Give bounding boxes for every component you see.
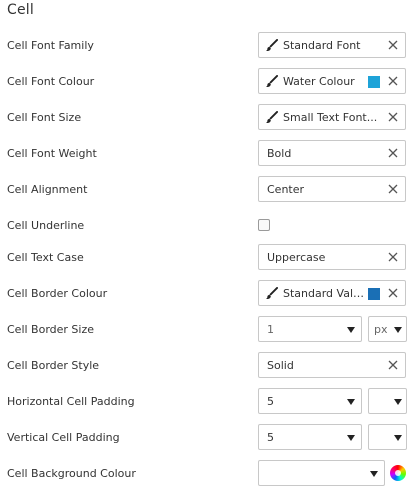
border-size-unit-select[interactable]: px — [368, 316, 407, 342]
row-alignment: Cell Alignment Center — [0, 176, 413, 204]
font-colour-value: Water Colour — [283, 75, 355, 88]
border-style-label: Cell Border Style — [7, 359, 100, 372]
alignment-label: Cell Alignment — [7, 183, 88, 196]
font-weight-label: Cell Font Weight — [7, 147, 97, 160]
row-underline: Cell Underline — [0, 212, 413, 240]
row-border-size: Cell Border Size 1 px — [0, 316, 413, 344]
border-size-label: Cell Border Size — [7, 323, 95, 336]
font-colour-field[interactable]: Water Colour — [258, 68, 406, 94]
row-background-colour: Cell Background Colour — [0, 460, 413, 488]
border-size-unit-value: px — [374, 323, 388, 336]
row-border-colour: Cell Border Colour Standard Value... — [0, 280, 413, 308]
h-padding-label: Horizontal Cell Padding — [7, 395, 135, 408]
border-size-value: 1 — [267, 323, 274, 336]
font-weight-field[interactable]: Bold — [258, 140, 406, 166]
v-padding-select[interactable]: 5 — [258, 424, 362, 450]
chevron-down-icon — [394, 435, 402, 441]
row-font-family: Cell Font Family Standard Font — [0, 32, 413, 60]
border-size-select[interactable]: 1 — [258, 316, 362, 342]
font-size-field[interactable]: Small Text Font... — [258, 104, 406, 130]
border-colour-swatch[interactable] — [368, 288, 380, 300]
chevron-down-icon — [370, 471, 378, 477]
chevron-down-icon — [347, 399, 355, 405]
font-family-field[interactable]: Standard Font — [258, 32, 406, 58]
alignment-value: Center — [267, 183, 305, 196]
v-padding-label: Vertical Cell Padding — [7, 431, 120, 444]
paintbrush-icon — [265, 111, 278, 123]
v-padding-unit-select[interactable] — [368, 424, 407, 450]
border-colour-value: Standard Value... — [283, 287, 369, 300]
close-icon[interactable] — [387, 287, 399, 299]
section-title: Cell — [7, 2, 34, 18]
close-icon[interactable] — [387, 251, 399, 263]
color-wheel-icon[interactable] — [390, 465, 406, 481]
close-icon[interactable] — [387, 75, 399, 87]
chevron-down-icon — [394, 327, 402, 333]
font-size-label: Cell Font Size — [7, 111, 82, 124]
alignment-field[interactable]: Center — [258, 176, 406, 202]
paintbrush-icon — [265, 75, 278, 87]
text-case-field[interactable]: Uppercase — [258, 244, 406, 270]
close-icon[interactable] — [387, 147, 399, 159]
h-padding-select[interactable]: 5 — [258, 388, 362, 414]
v-padding-value: 5 — [267, 431, 274, 444]
font-colour-label: Cell Font Colour — [7, 75, 95, 88]
row-vertical-padding: Vertical Cell Padding 5 — [0, 424, 413, 452]
text-case-label: Cell Text Case — [7, 251, 84, 264]
row-text-case: Cell Text Case Uppercase — [0, 244, 413, 272]
font-weight-value: Bold — [267, 147, 292, 160]
row-font-colour: Cell Font Colour Water Colour — [0, 68, 413, 96]
border-colour-field[interactable]: Standard Value... — [258, 280, 406, 306]
close-icon[interactable] — [387, 39, 399, 51]
row-border-style: Cell Border Style Solid — [0, 352, 413, 380]
underline-label: Cell Underline — [7, 219, 85, 232]
chevron-down-icon — [347, 327, 355, 333]
font-family-value: Standard Font — [283, 39, 361, 52]
row-horizontal-padding: Horizontal Cell Padding 5 — [0, 388, 413, 416]
border-style-value: Solid — [267, 359, 294, 372]
h-padding-value: 5 — [267, 395, 274, 408]
border-colour-label: Cell Border Colour — [7, 287, 108, 300]
background-colour-label: Cell Background Colour — [7, 467, 136, 480]
chevron-down-icon — [347, 435, 355, 441]
paintbrush-icon — [265, 39, 278, 51]
font-family-label: Cell Font Family — [7, 39, 94, 52]
underline-checkbox[interactable] — [258, 219, 270, 231]
background-colour-select[interactable] — [258, 460, 385, 486]
paintbrush-icon — [265, 287, 278, 299]
close-icon[interactable] — [387, 111, 399, 123]
text-case-value: Uppercase — [267, 251, 326, 264]
row-font-weight: Cell Font Weight Bold — [0, 140, 413, 168]
font-colour-swatch[interactable] — [368, 76, 380, 88]
border-style-field[interactable]: Solid — [258, 352, 406, 378]
font-size-value: Small Text Font... — [283, 111, 378, 124]
chevron-down-icon — [394, 399, 402, 405]
row-font-size: Cell Font Size Small Text Font... — [0, 104, 413, 132]
close-icon[interactable] — [387, 183, 399, 195]
h-padding-unit-select[interactable] — [368, 388, 407, 414]
close-icon[interactable] — [387, 359, 399, 371]
